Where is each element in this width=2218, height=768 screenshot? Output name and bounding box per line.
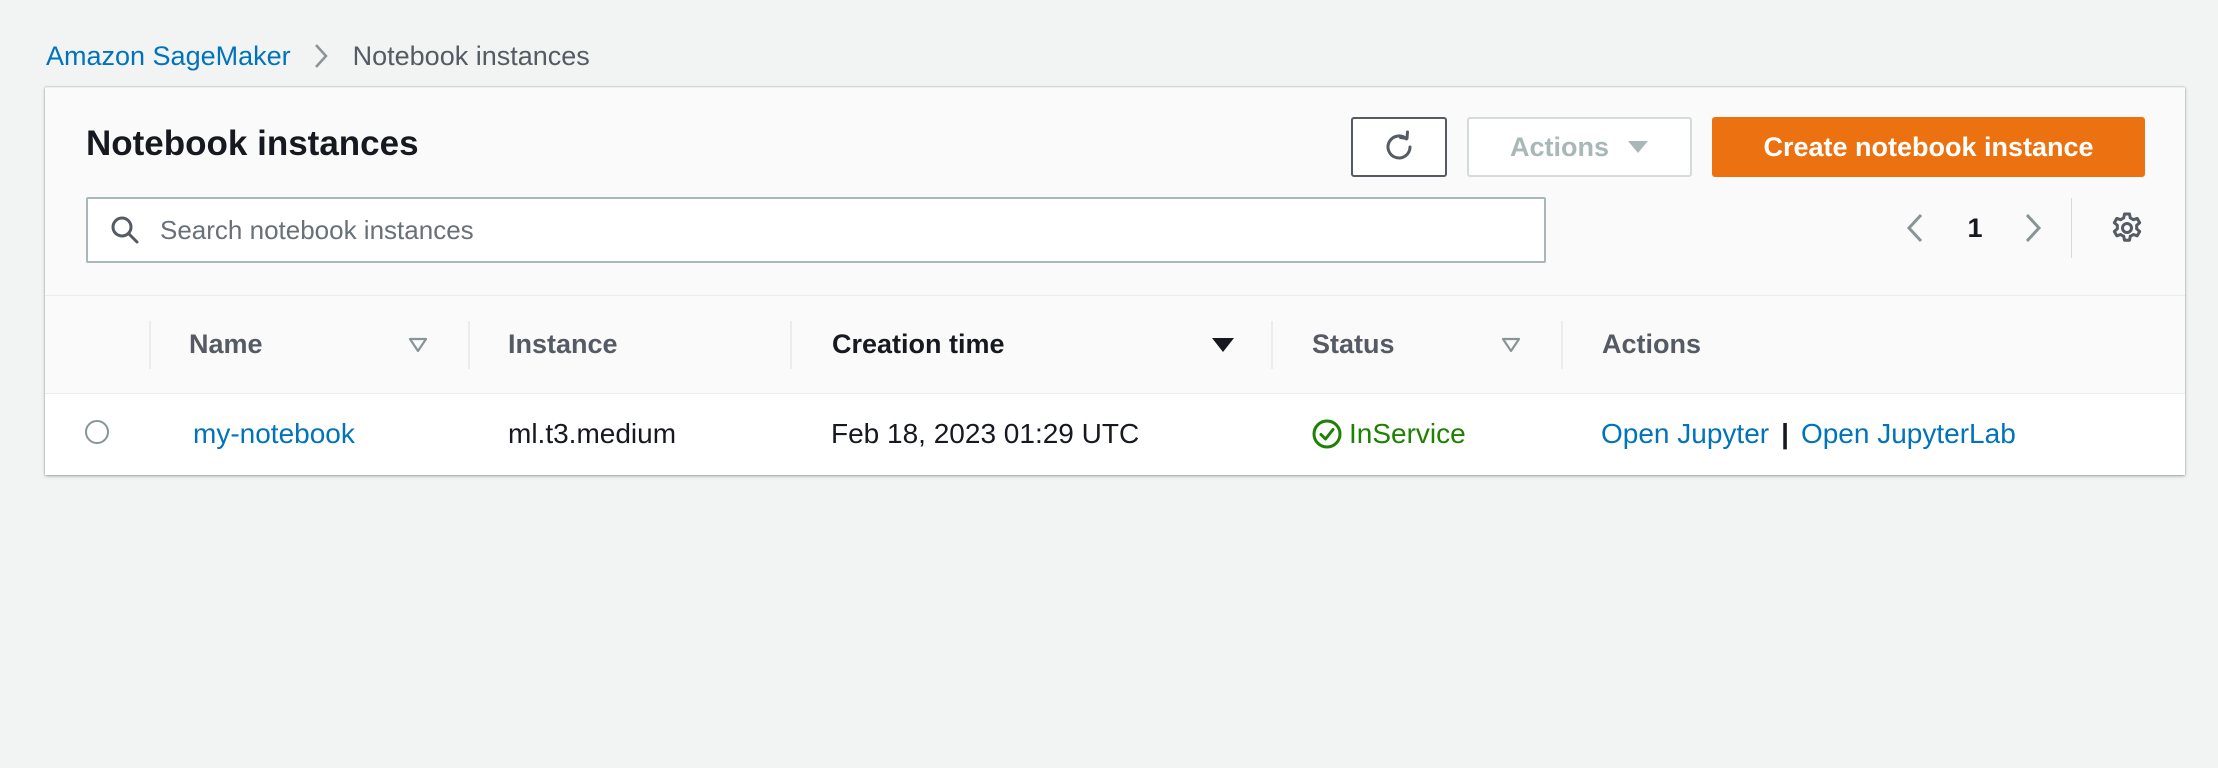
current-page-number[interactable]: 1 — [1953, 206, 1997, 250]
pagination-divider — [2071, 198, 2072, 258]
sorted-descending-icon[interactable] — [1211, 296, 1235, 393]
create-notebook-instance-button[interactable]: Create notebook instance — [1712, 117, 2145, 177]
chevron-right-icon — [2024, 212, 2042, 244]
row-select-radio[interactable] — [85, 420, 109, 444]
refresh-button[interactable] — [1351, 117, 1447, 177]
breadcrumb-current: Notebook instances — [352, 40, 590, 71]
gear-icon — [2110, 211, 2144, 245]
breadcrumb-sagemaker-link[interactable]: Amazon SageMaker — [46, 41, 291, 72]
search-field[interactable] — [86, 197, 1546, 263]
next-page-button[interactable] — [2015, 206, 2051, 250]
column-header-instance: Instance — [508, 329, 618, 359]
column-separator — [790, 321, 792, 369]
table-row: my-notebook ml.t3.medium Feb 18, 2023 01… — [45, 394, 2185, 474]
actions-separator: | — [1781, 418, 1789, 449]
search-input[interactable] — [158, 213, 1502, 247]
sort-icon[interactable] — [1501, 296, 1521, 393]
column-header-creation-time[interactable]: Creation time — [832, 296, 1005, 393]
creation-time: Feb 18, 2023 01:29 UTC — [831, 418, 1140, 449]
preferences-button[interactable] — [2105, 206, 2149, 250]
open-jupyter-link[interactable]: Open Jupyter — [1601, 418, 1769, 450]
sort-icon[interactable] — [408, 296, 428, 393]
chevron-right-icon — [313, 42, 329, 70]
notebook-instances-panel: Notebook instances Actions Create notebo… — [45, 87, 2185, 475]
actions-dropdown[interactable]: Actions — [1467, 117, 1692, 177]
column-header-name[interactable]: Name — [189, 296, 263, 393]
breadcrumb: Amazon SageMaker Notebook instances — [46, 36, 590, 76]
chevron-left-icon — [1906, 212, 1924, 244]
table-header: Name Instance Creation time Status Actio… — [45, 296, 2185, 394]
column-separator — [1271, 321, 1273, 369]
caret-down-icon — [1627, 139, 1649, 155]
open-jupyterlab-link[interactable]: Open JupyterLab — [1801, 418, 2016, 450]
status-text: InService — [1349, 418, 1466, 449]
instance-type: ml.t3.medium — [508, 418, 677, 449]
column-separator — [468, 321, 470, 369]
search-icon — [110, 215, 140, 245]
notebook-name-link[interactable]: my-notebook — [193, 394, 355, 474]
panel-header: Notebook instances Actions Create notebo… — [45, 88, 2185, 296]
actions-dropdown-label: Actions — [1509, 131, 1609, 162]
create-button-label: Create notebook instance — [1763, 131, 2094, 162]
column-header-status[interactable]: Status — [1312, 296, 1395, 393]
page-title: Notebook instances — [86, 124, 419, 163]
column-separator — [149, 321, 151, 369]
status-badge: InService — [1311, 394, 1466, 474]
previous-page-button[interactable] — [1897, 206, 1933, 250]
row-actions: Open Jupyter | Open JupyterLab — [1601, 394, 2016, 474]
column-separator — [1561, 321, 1563, 369]
refresh-icon — [1381, 129, 1417, 165]
check-circle-icon — [1311, 418, 1343, 450]
column-header-actions: Actions — [1602, 329, 1702, 359]
